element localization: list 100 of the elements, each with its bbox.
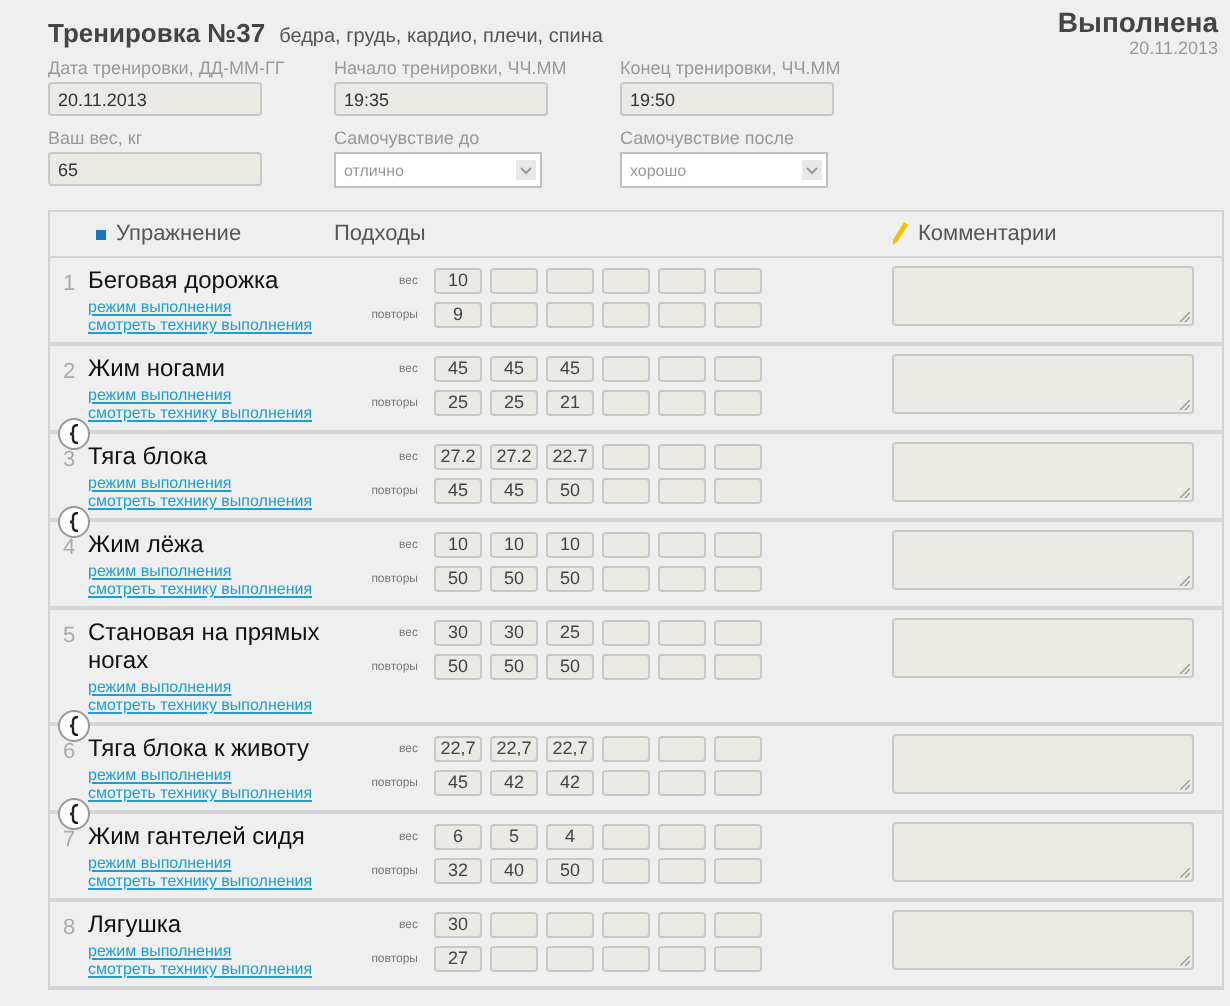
- weight-input[interactable]: [714, 620, 762, 646]
- weight-input[interactable]: 45: [546, 356, 594, 382]
- reps-input[interactable]: [714, 946, 762, 972]
- weight-input[interactable]: [546, 912, 594, 938]
- reps-input[interactable]: [714, 302, 762, 328]
- weight-input[interactable]: 10: [434, 532, 482, 558]
- reps-input[interactable]: 40: [490, 858, 538, 884]
- reps-input[interactable]: [658, 302, 706, 328]
- resize-grip-icon[interactable]: [1180, 780, 1190, 790]
- comment-field[interactable]: [892, 530, 1194, 590]
- reps-input[interactable]: 50: [490, 654, 538, 680]
- weight-input[interactable]: [602, 912, 650, 938]
- weight-input[interactable]: [658, 532, 706, 558]
- reps-input[interactable]: [714, 858, 762, 884]
- reps-input[interactable]: [658, 390, 706, 416]
- input-field[interactable]: 19:50: [620, 82, 834, 116]
- weight-input[interactable]: 10: [546, 532, 594, 558]
- resize-grip-icon[interactable]: [1180, 576, 1190, 586]
- reps-input[interactable]: 45: [434, 478, 482, 504]
- reps-input[interactable]: [714, 770, 762, 796]
- weight-input[interactable]: [714, 532, 762, 558]
- weight-input[interactable]: 22,7: [546, 736, 594, 762]
- reps-input[interactable]: [602, 302, 650, 328]
- weight-input[interactable]: [714, 912, 762, 938]
- reps-input[interactable]: [658, 770, 706, 796]
- weight-input[interactable]: 30: [434, 620, 482, 646]
- weight-input[interactable]: [602, 620, 650, 646]
- resize-grip-icon[interactable]: [1180, 400, 1190, 410]
- reps-input[interactable]: 42: [546, 770, 594, 796]
- reps-input[interactable]: 50: [546, 478, 594, 504]
- weight-input[interactable]: [658, 444, 706, 470]
- weight-input[interactable]: 22,7: [434, 736, 482, 762]
- reps-input[interactable]: [602, 390, 650, 416]
- reps-input[interactable]: 25: [434, 390, 482, 416]
- reps-input[interactable]: [658, 566, 706, 592]
- weight-input[interactable]: [602, 444, 650, 470]
- reps-input[interactable]: [714, 654, 762, 680]
- weight-input[interactable]: 45: [434, 356, 482, 382]
- weight-input[interactable]: 4: [546, 824, 594, 850]
- reps-input[interactable]: [714, 390, 762, 416]
- reps-input[interactable]: 50: [434, 566, 482, 592]
- reps-input[interactable]: 42: [490, 770, 538, 796]
- reps-input[interactable]: 50: [490, 566, 538, 592]
- reps-input[interactable]: 50: [546, 654, 594, 680]
- reps-input[interactable]: [602, 770, 650, 796]
- weight-input[interactable]: [490, 268, 538, 294]
- superset-link-icon[interactable]: [58, 710, 90, 742]
- resize-grip-icon[interactable]: [1180, 312, 1190, 322]
- reps-input[interactable]: [658, 478, 706, 504]
- comment-field[interactable]: [892, 354, 1194, 414]
- weight-input[interactable]: 10: [434, 268, 482, 294]
- weight-input[interactable]: [658, 268, 706, 294]
- reps-input[interactable]: 45: [490, 478, 538, 504]
- weight-input[interactable]: [602, 532, 650, 558]
- resize-grip-icon[interactable]: [1180, 488, 1190, 498]
- resize-grip-icon[interactable]: [1180, 956, 1190, 966]
- reps-input[interactable]: 9: [434, 302, 482, 328]
- comment-field[interactable]: [892, 442, 1194, 502]
- weight-input[interactable]: [658, 356, 706, 382]
- superset-link-icon[interactable]: [58, 798, 90, 830]
- input-field[interactable]: 20.11.2013: [48, 82, 262, 116]
- weight-input[interactable]: 27.2: [490, 444, 538, 470]
- weight-input[interactable]: [602, 268, 650, 294]
- weight-input[interactable]: [658, 620, 706, 646]
- reps-input[interactable]: [546, 302, 594, 328]
- comment-field[interactable]: [892, 618, 1194, 678]
- reps-input[interactable]: [602, 946, 650, 972]
- weight-input[interactable]: 45: [490, 356, 538, 382]
- reps-input[interactable]: [714, 478, 762, 504]
- reps-input[interactable]: [602, 478, 650, 504]
- reps-input[interactable]: [490, 946, 538, 972]
- weight-input[interactable]: [602, 736, 650, 762]
- weight-input[interactable]: 6: [434, 824, 482, 850]
- weight-input[interactable]: [602, 356, 650, 382]
- weight-input[interactable]: 27.2: [434, 444, 482, 470]
- reps-input[interactable]: [490, 302, 538, 328]
- reps-input[interactable]: [602, 654, 650, 680]
- weight-input[interactable]: 5: [490, 824, 538, 850]
- superset-link-icon[interactable]: [58, 418, 90, 450]
- weight-input[interactable]: [546, 268, 594, 294]
- reps-input[interactable]: [658, 654, 706, 680]
- weight-input[interactable]: 25: [546, 620, 594, 646]
- reps-input[interactable]: 45: [434, 770, 482, 796]
- weight-input[interactable]: [714, 444, 762, 470]
- resize-grip-icon[interactable]: [1180, 664, 1190, 674]
- weight-input[interactable]: [714, 736, 762, 762]
- comment-field[interactable]: [892, 822, 1194, 882]
- weight-input[interactable]: [490, 912, 538, 938]
- weight-input[interactable]: 30: [434, 912, 482, 938]
- weight-input[interactable]: 30: [490, 620, 538, 646]
- comment-field[interactable]: [892, 734, 1194, 794]
- reps-input[interactable]: 21: [546, 390, 594, 416]
- reps-input[interactable]: 32: [434, 858, 482, 884]
- weight-input[interactable]: 22,7: [490, 736, 538, 762]
- reps-input[interactable]: 25: [490, 390, 538, 416]
- reps-input[interactable]: [714, 566, 762, 592]
- reps-input[interactable]: 50: [546, 858, 594, 884]
- weight-input[interactable]: [658, 912, 706, 938]
- weight-input[interactable]: [714, 268, 762, 294]
- weight-input[interactable]: [714, 824, 762, 850]
